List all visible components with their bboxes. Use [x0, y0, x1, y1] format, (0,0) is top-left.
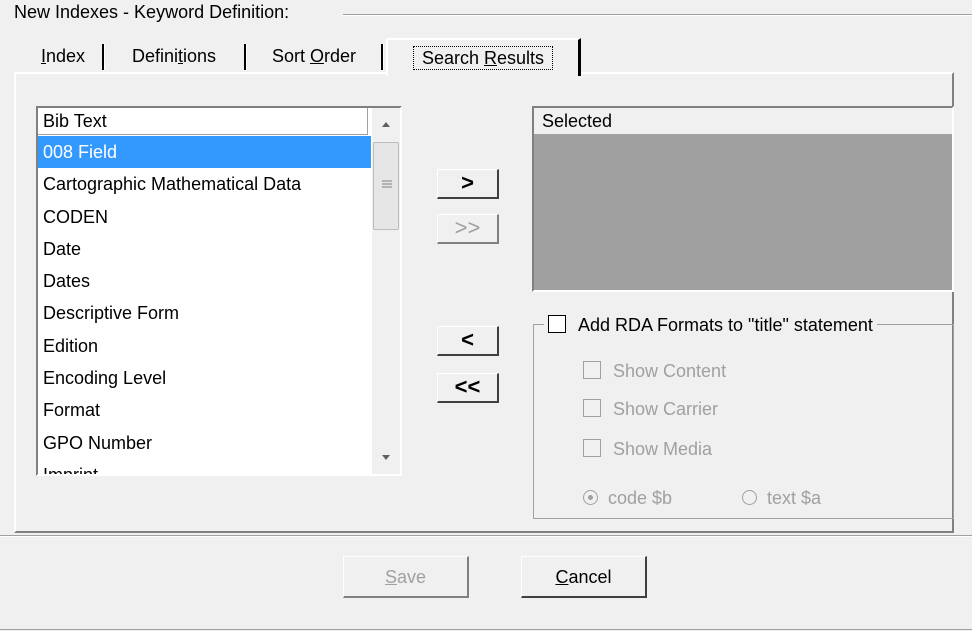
bottom-separator — [0, 535, 972, 537]
cancel-button-label: ancel — [568, 567, 612, 587]
radio-text-a[interactable]: text $a — [742, 484, 821, 512]
show-content-checkbox[interactable] — [583, 361, 601, 380]
show-carrier-label: Show Carrier — [613, 399, 719, 419]
tab-sort-order-label-access: O — [309, 46, 324, 66]
scroll-grip-icon — [382, 180, 392, 188]
save-button-access-key: S — [384, 567, 397, 587]
selected-fields-list[interactable]: Selected — [532, 106, 954, 292]
scroll-up-arrow-icon — [382, 122, 390, 127]
tab-definitions-label-pre: Defini — [131, 46, 178, 66]
tab-search-results-label-access: R — [484, 48, 497, 68]
scroll-down-arrow-icon — [382, 455, 390, 460]
tab-sort-order[interactable]: Sort Order — [250, 40, 378, 72]
tab-sort-order-label-post: rder — [324, 46, 357, 66]
save-button[interactable]: Save — [343, 556, 469, 598]
radio-code-b-label: code $b — [608, 488, 673, 508]
remove-all-fields-button[interactable]: << — [437, 373, 499, 403]
add-all-fields-button[interactable]: >> — [437, 214, 499, 244]
show-media-label: Show Media — [613, 439, 713, 459]
show-carrier-option[interactable]: Show Carrier — [583, 395, 718, 423]
tab-separator — [381, 44, 384, 70]
available-list-items: 008 Field Cartographic Mathematical Data… — [38, 136, 371, 474]
show-media-option[interactable]: Show Media — [583, 435, 712, 463]
list-vertical-scrollbar[interactable] — [372, 108, 400, 474]
available-fields-list[interactable]: Bib Text 008 Field Cartographic Mathemat… — [36, 106, 402, 476]
scroll-thumb[interactable] — [373, 142, 399, 230]
remove-field-button[interactable]: < — [437, 326, 499, 356]
radio-code-b[interactable]: code $b — [583, 484, 672, 512]
cancel-button-access-key: C — [555, 567, 569, 587]
tab-focus-rect: Search Results — [412, 46, 554, 70]
tab-index[interactable]: Index — [28, 40, 98, 72]
show-media-checkbox[interactable] — [583, 439, 601, 458]
tab-search-results-label-post: esults — [497, 48, 545, 68]
tab-separator — [244, 44, 247, 70]
list-item[interactable]: Encoding Level — [38, 362, 371, 394]
scroll-up-button[interactable] — [372, 108, 400, 138]
list-item[interactable]: 008 Field — [38, 136, 371, 169]
list-item[interactable]: Descriptive Form — [38, 297, 371, 329]
list-item[interactable]: CODEN — [38, 201, 371, 233]
radio-text-a-button[interactable] — [742, 489, 757, 505]
tab-sort-order-label-pre: Sort — [271, 46, 310, 66]
radio-text-a-label: text $a — [767, 488, 822, 508]
show-carrier-checkbox[interactable] — [583, 399, 601, 418]
selected-list-header[interactable]: Selected — [534, 108, 952, 135]
list-item[interactable]: Dates — [38, 265, 371, 297]
tab-index-label-post: ndex — [45, 46, 86, 66]
list-item[interactable]: GPO Number — [38, 427, 371, 459]
tab-separator — [102, 44, 105, 70]
available-list-header[interactable]: Bib Text — [38, 108, 368, 135]
tab-search-results[interactable]: Search Results — [386, 38, 581, 76]
list-item[interactable]: Date — [38, 233, 371, 265]
list-item[interactable]: Edition — [38, 330, 371, 362]
tab-definitions[interactable]: Definitions — [108, 40, 240, 72]
cancel-button[interactable]: Cancel — [521, 556, 647, 598]
list-item[interactable]: Imprint — [38, 459, 371, 474]
show-content-label: Show Content — [613, 361, 727, 381]
list-item[interactable]: Cartographic Mathematical Data — [38, 168, 371, 200]
group-title-rule — [343, 14, 972, 16]
rda-formats-title: Add RDA Formats to "title" statement — [578, 315, 873, 335]
footer-line — [0, 629, 972, 630]
scroll-down-button[interactable] — [372, 444, 400, 474]
tab-search-results-label-pre: Search — [421, 48, 484, 68]
list-item[interactable]: Format — [38, 394, 371, 426]
rda-formats-checkbox-label[interactable]: Add RDA Formats to "title" statement — [544, 310, 877, 340]
add-field-button[interactable]: > — [437, 169, 499, 199]
save-button-label: ave — [396, 567, 427, 587]
group-title: New Indexes - Keyword Definition: — [14, 2, 290, 22]
tab-definitions-label-post: ions — [183, 46, 217, 66]
radio-code-b-button[interactable] — [583, 489, 598, 505]
show-content-option[interactable]: Show Content — [583, 357, 726, 385]
rda-formats-checkbox[interactable] — [548, 315, 566, 334]
